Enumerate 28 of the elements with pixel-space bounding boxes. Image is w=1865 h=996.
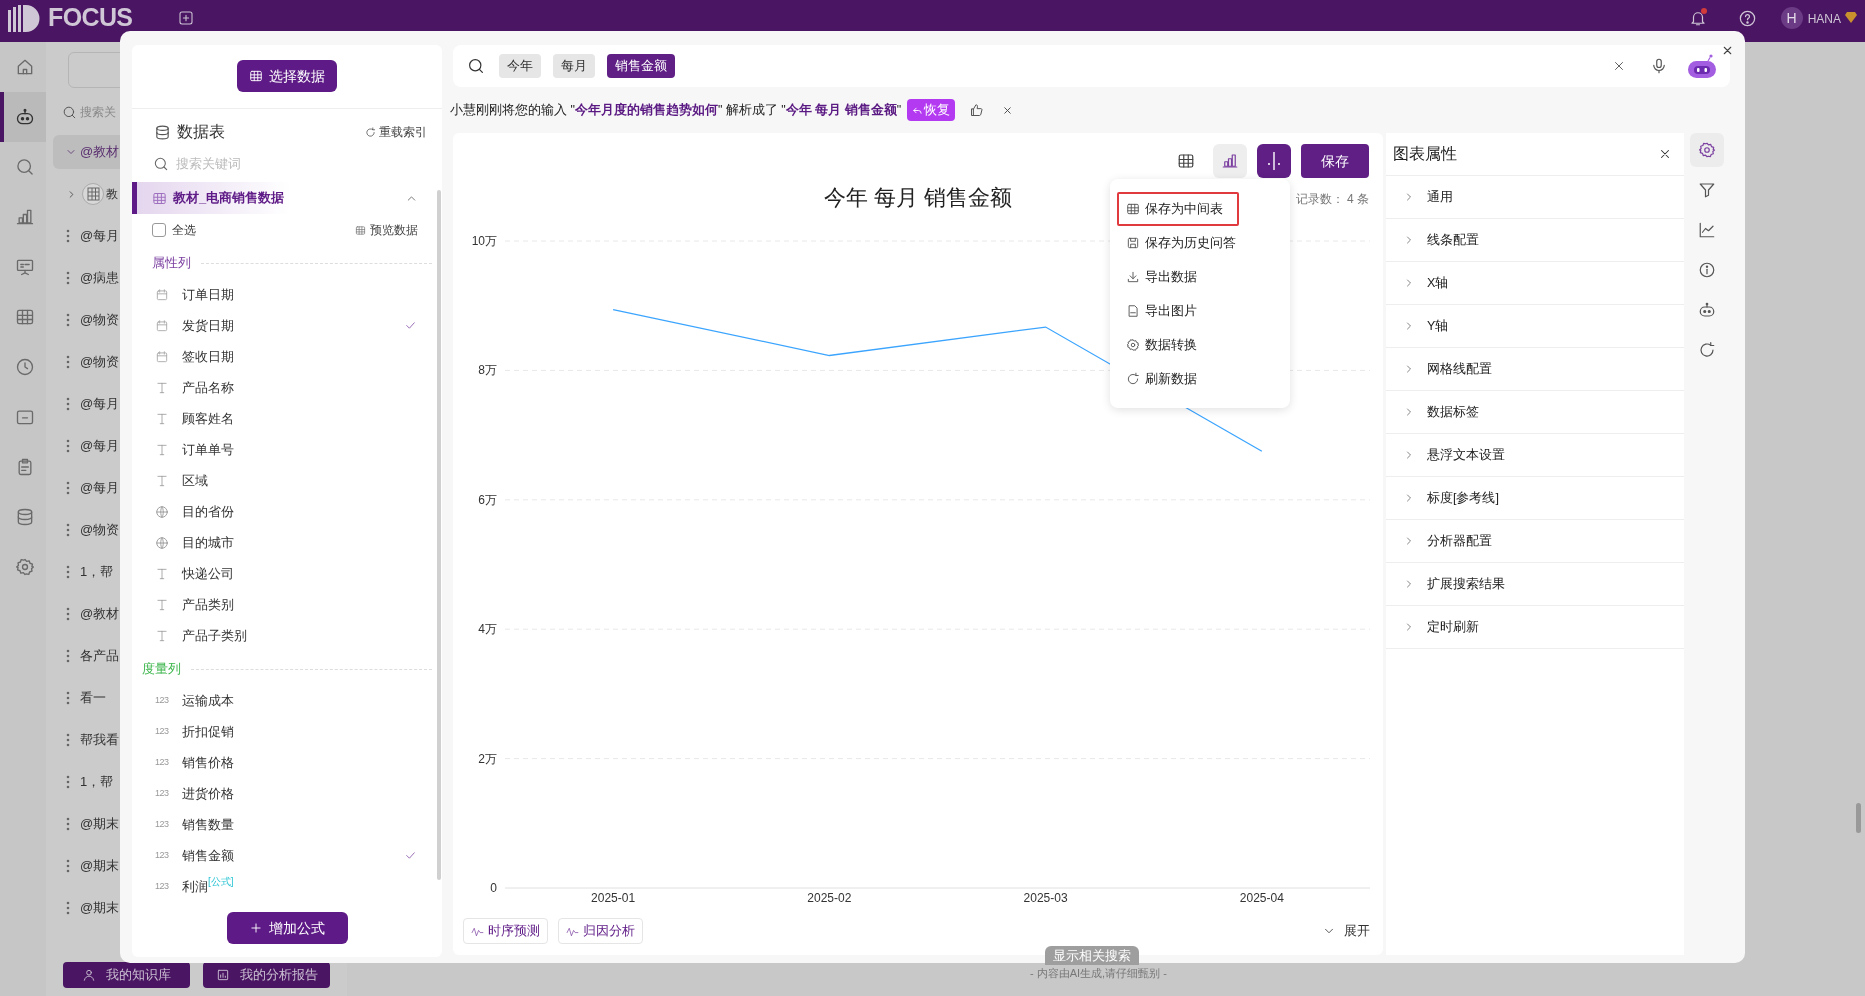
axis-tick-label: 2万: [478, 751, 497, 766]
axis-tick-label: 6万: [478, 492, 497, 507]
section-label: 属性列: [152, 254, 191, 273]
chart-title: 今年 每月 销售金额: [823, 184, 1013, 212]
section-label: 度量列: [142, 660, 181, 679]
record-count: 记录数： 4 条: [1295, 191, 1369, 208]
axis-category-label: 2025-01: [591, 891, 636, 905]
axis-tick-label: 8万: [478, 363, 497, 378]
number-type-label: 123: [155, 724, 169, 738]
number-type-label: 123: [155, 817, 169, 831]
formula-tag: [公式]: [208, 874, 234, 889]
axis-tick-label: 0: [490, 881, 497, 895]
number-type-label: 123: [155, 848, 169, 862]
panel-title: 数据表: [177, 122, 225, 142]
number-type-label: 123: [155, 693, 169, 707]
axis-tick-label: 10万: [471, 234, 497, 248]
interpretation-text: 小慧刚刚将您的输入 "今年月度的销售趋势如何" 解析成了 "今年 每月 销售金额": [450, 101, 902, 119]
panel-title: 图表属性: [1393, 144, 1457, 164]
axis-category-label: 2025-04: [1239, 891, 1284, 905]
axis-tick-label: 4万: [478, 622, 497, 637]
disclaimer-text: - 内容由AI生成,请仔细甄别 -: [1030, 966, 1167, 980]
number-type-label: 123: [155, 879, 169, 893]
number-type-label: 123: [155, 786, 169, 800]
user-name: HANA: [1807, 11, 1841, 28]
axis-category-label: 2025-02: [807, 891, 852, 905]
axis-category-label: 2025-03: [1023, 891, 1068, 905]
number-type-label: 123: [155, 755, 169, 769]
app-logo-text: FOCUS: [48, 4, 133, 30]
